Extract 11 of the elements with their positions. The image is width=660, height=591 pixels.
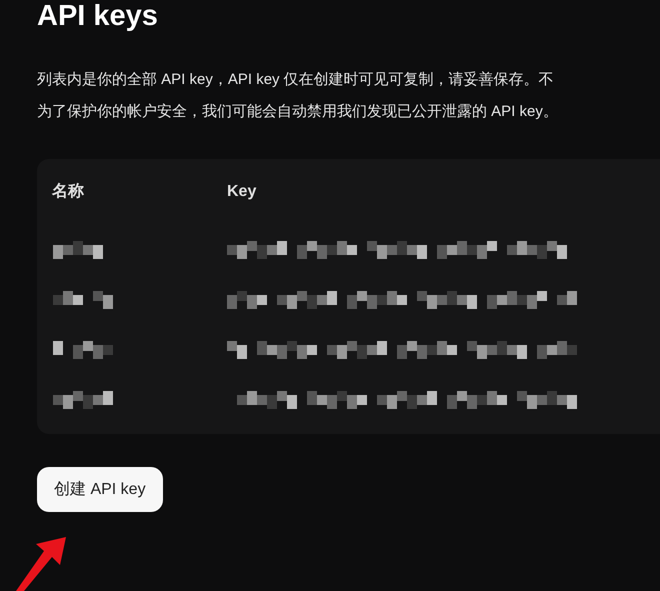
column-header: 名称	[52, 183, 84, 200]
redacted-text-icon	[53, 389, 113, 411]
column-header: Key	[227, 183, 256, 200]
page-title: API keys	[37, 0, 158, 34]
description-text: 为了保护你的帐户安全，我们可能会自动禁用我们发现已公开泄露的 API key。	[37, 102, 558, 122]
redacted-text-icon	[227, 339, 577, 361]
redacted-text-icon	[53, 289, 113, 311]
redacted-text-icon	[53, 339, 113, 361]
create-api-key-button[interactable]: 创建 API key	[37, 467, 163, 512]
description-text: 列表内是你的全部 API key，API key 仅在创建时可见可复制，请妥善保存。不	[37, 70, 554, 90]
redacted-text-icon	[227, 289, 577, 311]
